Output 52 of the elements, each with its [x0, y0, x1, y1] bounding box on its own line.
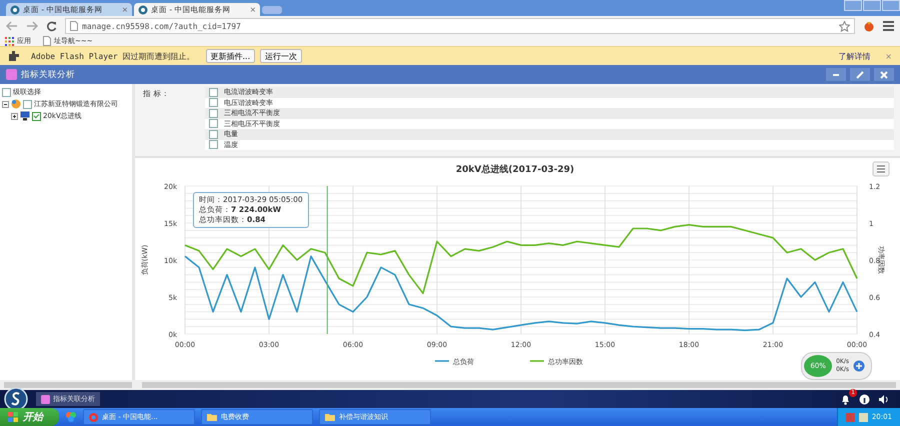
checkbox[interactable]: [209, 130, 218, 139]
extension-icon[interactable]: [863, 20, 875, 32]
computer-icon: [20, 111, 30, 121]
chart-menu-button[interactable]: [872, 162, 890, 176]
page-icon: [70, 21, 78, 31]
checkbox[interactable]: [23, 100, 32, 108]
chart-title: 20kV总进线(2017-03-29): [456, 165, 574, 175]
checkbox[interactable]: [209, 140, 218, 150]
new-tab-button[interactable]: [262, 6, 282, 14]
app-title: 指标关联分析: [21, 68, 75, 80]
learn-more-link[interactable]: 了解详情: [838, 50, 870, 62]
app-icon: [41, 394, 50, 404]
scrollbar[interactable]: [4, 382, 132, 388]
close-button[interactable]: [882, 0, 900, 11]
checkbox[interactable]: [2, 88, 11, 96]
pencil-icon: [856, 70, 864, 78]
checkbox[interactable]: [209, 98, 218, 108]
reload-icon[interactable]: [46, 20, 57, 32]
app-icon: [6, 69, 17, 80]
plus-icon[interactable]: [853, 360, 865, 372]
star-icon[interactable]: [839, 20, 850, 32]
infobar-button[interactable]: 更新插件...: [206, 49, 256, 63]
infobar-message: Adobe Flash Player 因过期而遭到阻止。: [31, 50, 195, 62]
checkbox[interactable]: [209, 119, 218, 128]
minimize-button[interactable]: [826, 68, 846, 81]
forward-icon[interactable]: [26, 21, 38, 31]
speaker-icon[interactable]: [878, 394, 890, 404]
close-icon: [880, 70, 888, 78]
address-field[interactable]: manage.cn95598.com/?auth_cid=1797: [65, 18, 855, 34]
close-button[interactable]: [874, 68, 894, 81]
checkbox[interactable]: [32, 112, 41, 120]
notification-bell-icon[interactable]: [840, 394, 851, 404]
checkbox[interactable]: [209, 88, 218, 97]
checkbox[interactable]: [209, 108, 218, 118]
tree-toggle[interactable]: [11, 112, 18, 120]
restore-button[interactable]: [863, 0, 881, 11]
windows-logo-icon: [8, 412, 18, 422]
browser-icon: [89, 412, 98, 422]
minimize-button[interactable]: [844, 0, 862, 11]
quick-launch-icon[interactable]: [65, 411, 77, 423]
scrollbar[interactable]: [142, 382, 896, 388]
edit-button[interactable]: [850, 68, 870, 81]
info-icon[interactable]: [859, 394, 870, 404]
folder-icon: [207, 413, 217, 421]
puzzle-icon: [8, 50, 20, 62]
infobar-button[interactable]: 运行一次: [260, 49, 302, 63]
back-icon[interactable]: [6, 21, 18, 31]
tree-toggle[interactable]: [2, 100, 9, 108]
company-icon: [11, 99, 21, 109]
menu-icon[interactable]: [883, 21, 894, 31]
folder-icon: [325, 413, 335, 421]
apps-grid-icon: [5, 36, 14, 46]
